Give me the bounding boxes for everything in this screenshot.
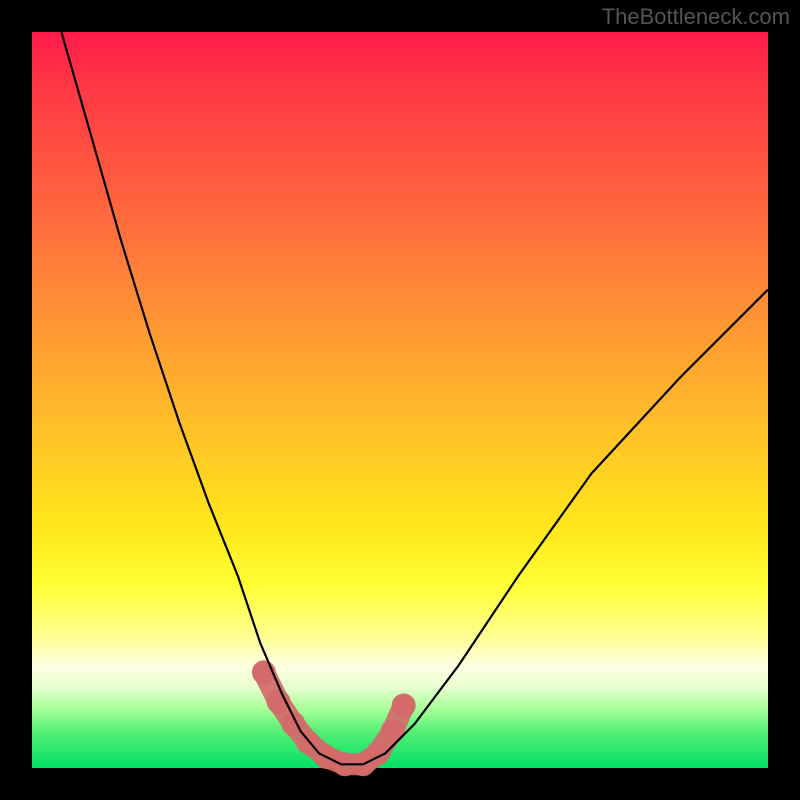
plot-area (32, 32, 768, 768)
highlight-band (252, 660, 416, 776)
watermark-text: TheBottleneck.com (602, 4, 790, 30)
chart-frame: TheBottleneck.com (0, 0, 800, 800)
bottleneck-curve (61, 32, 768, 764)
curve-layer (32, 32, 768, 768)
